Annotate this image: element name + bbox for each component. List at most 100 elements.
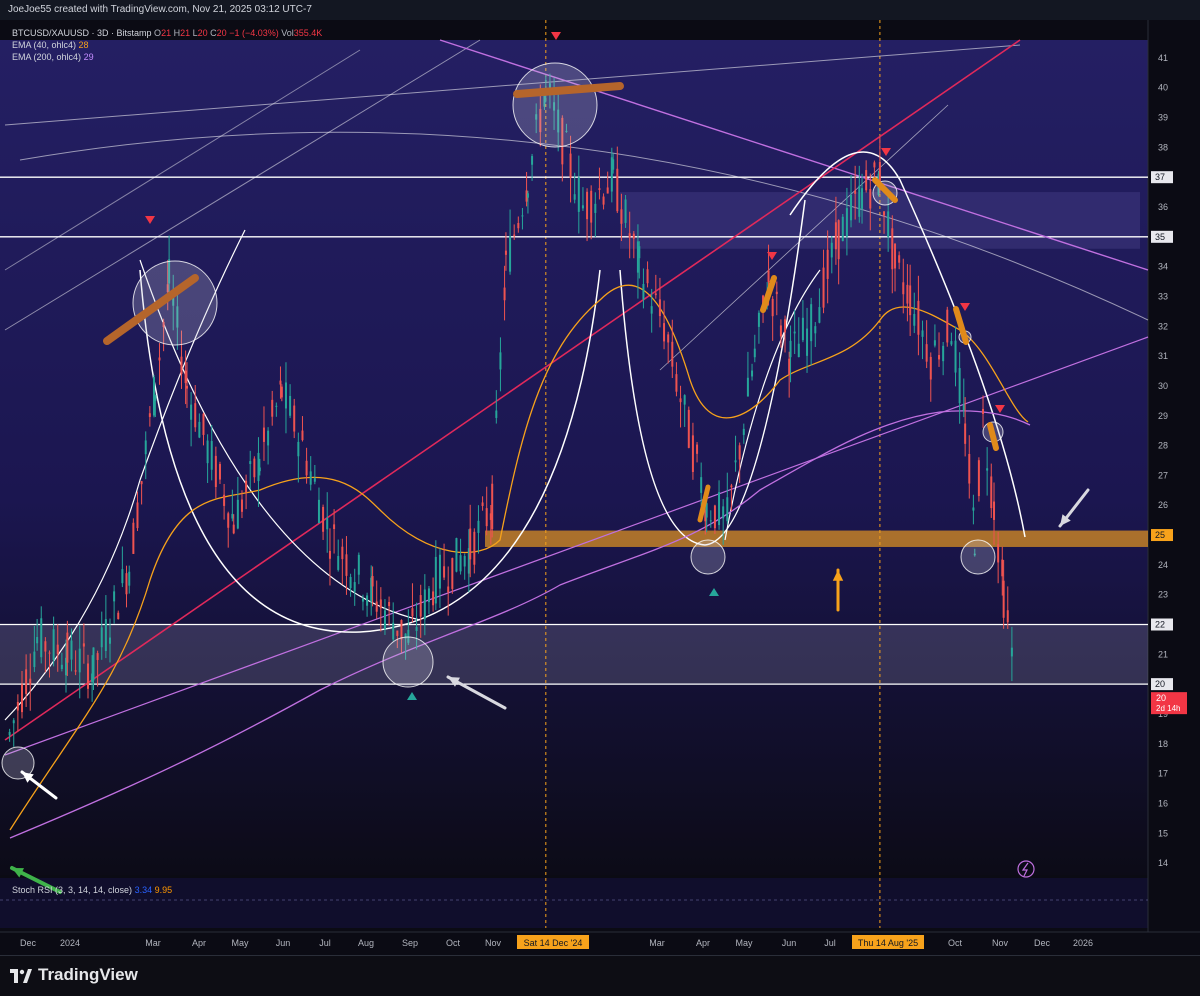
time-tick-label: Mar (145, 938, 161, 948)
candle-body (128, 571, 131, 586)
stoch-rsi-k: 3.34 (134, 885, 153, 895)
price-tick-label: 17 (1158, 769, 1168, 779)
symbol-name: BTCUSD/XAUUSD · 3D · Bitstamp (12, 28, 152, 38)
price-tick-label: 30 (1158, 381, 1168, 391)
candle-body (198, 421, 201, 438)
candle-body (40, 618, 43, 658)
candle-body (284, 382, 287, 409)
time-tick-label: Aug (358, 938, 374, 948)
candle-body (337, 556, 340, 570)
candle-body (52, 629, 55, 661)
candle-body (210, 441, 213, 470)
candle-body (581, 205, 584, 209)
candle-body (451, 558, 454, 589)
candle-body (12, 720, 15, 724)
candle-body (293, 405, 296, 432)
candle-body (206, 440, 209, 464)
highlight-circle (960, 539, 996, 575)
candle-body (986, 468, 989, 471)
candle-body (140, 481, 143, 485)
ema200-label: EMA (200, ohlc4) (12, 52, 82, 62)
time-tick-label: Dec (1034, 938, 1051, 948)
candle-body (86, 663, 89, 689)
candle-body (646, 269, 649, 284)
candle-body (806, 328, 809, 356)
candle-body (958, 368, 961, 404)
candle-body (227, 513, 230, 528)
candle-body (700, 477, 703, 493)
candle-body (738, 445, 741, 460)
candle-body (297, 441, 300, 457)
price-tick-label: 28 (1158, 441, 1168, 451)
candle-body (20, 684, 23, 713)
candle-body (455, 538, 458, 572)
candle-body (29, 678, 32, 685)
candle-body (569, 153, 572, 178)
candle-body (590, 190, 593, 223)
candle-body (513, 234, 516, 236)
price-tick-label: 15 (1158, 828, 1168, 838)
open-value: 21 (161, 28, 172, 38)
candle-body (972, 507, 975, 511)
candle-body (132, 522, 135, 554)
close-value: 20 (216, 28, 227, 38)
candle-body (60, 664, 63, 669)
candle-body (671, 341, 674, 367)
time-tick-label: Thu 14 Aug '25 (858, 938, 918, 948)
candle-body (333, 524, 336, 530)
price-chart[interactable]: 1415161718192021222324252627282930313233… (0, 20, 1200, 955)
candle-body (447, 586, 450, 593)
candle-body (1006, 610, 1009, 623)
candle-body (66, 632, 69, 663)
price-tick-label: 39 (1158, 113, 1168, 123)
candle-body (218, 464, 221, 480)
candle-body (434, 556, 437, 604)
price-tick-label: 24 (1158, 560, 1168, 570)
candle-body (396, 630, 399, 636)
candle-body (1010, 647, 1013, 657)
candle-body (797, 343, 800, 358)
candle-body (136, 502, 139, 529)
candle-body (950, 341, 953, 345)
candle-body (322, 506, 325, 532)
candle-body (917, 300, 920, 335)
candle-body (810, 304, 813, 342)
price-tick-label: 34 (1158, 262, 1168, 272)
time-tick-label: 2024 (60, 938, 80, 948)
tradingview-logo[interactable]: TradingView (10, 965, 138, 985)
candle-body (400, 620, 403, 640)
highlight-circle (132, 260, 218, 346)
candle-body (793, 331, 796, 334)
candle-body (628, 233, 631, 238)
candle-body (837, 220, 840, 260)
time-tick-label: Sat 14 Dec '24 (524, 938, 583, 948)
candle-body (16, 701, 19, 711)
candle-body (202, 413, 205, 435)
price-tick-label: 18 (1158, 739, 1168, 749)
candle-body (345, 554, 348, 576)
candle-body (154, 395, 157, 401)
candle-body (784, 319, 787, 333)
candle-body (933, 340, 936, 346)
candle-body (834, 222, 837, 250)
support-level-band (485, 530, 1148, 547)
candle-body (586, 191, 589, 220)
time-tick-label: Sep (402, 938, 418, 948)
level-axis-label: 37 (1155, 172, 1165, 182)
attribution-text: JoeJoe55 created with TradingView.com, N… (8, 4, 312, 15)
candle-body (459, 555, 462, 572)
candle-body (612, 159, 615, 170)
candle-body (746, 377, 749, 397)
candle-body (977, 460, 980, 497)
ema40-value: 28 (78, 40, 89, 50)
candle-body (70, 640, 73, 660)
candle-body (902, 282, 905, 295)
candle-body (180, 356, 183, 375)
candle-body (1001, 559, 1004, 577)
candle-body (419, 595, 422, 617)
candle-body (125, 573, 128, 595)
candle-body (997, 544, 1000, 563)
candle-body (751, 370, 754, 377)
candle-body (463, 555, 466, 567)
level-axis-label: 25 (1155, 530, 1165, 540)
